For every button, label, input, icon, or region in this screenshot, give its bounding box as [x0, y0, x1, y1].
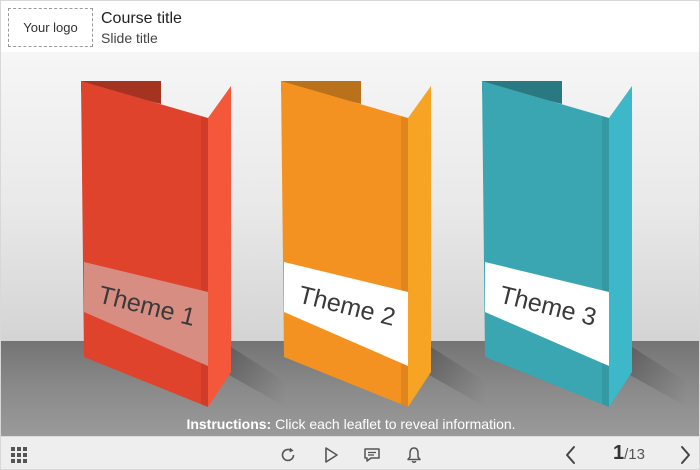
instructions-prefix: Instructions:	[186, 416, 272, 432]
leaflet-theme-2[interactable]: Theme 2	[281, 81, 486, 407]
logo-placeholder: Your logo	[8, 8, 93, 47]
header: Your logo Course title Slide title	[1, 1, 699, 52]
slide-title: Slide title	[101, 30, 158, 46]
leaflet-theme-1[interactable]: Theme 1	[81, 81, 286, 407]
footer-toolbar: 1/13	[1, 436, 699, 469]
instructions-body: Click each leaflet to reveal information…	[271, 416, 516, 432]
leaflet-front-panel	[482, 81, 609, 407]
leaflet-side-panel	[609, 86, 632, 407]
total-pages: 13	[628, 446, 645, 463]
course-title: Course title	[101, 10, 182, 27]
page-counter: 1/13	[613, 442, 645, 465]
slide-stage: Theme 1 Theme 2 Theme 3 Instructions: Clic…	[1, 52, 699, 436]
replay-icon[interactable]	[275, 437, 301, 469]
instructions-text: Instructions: Click each leaflet to reve…	[1, 416, 699, 432]
chevron-right-icon[interactable]	[672, 437, 698, 469]
grid-menu-icon[interactable]	[5, 437, 33, 469]
notes-icon[interactable]	[359, 437, 385, 469]
leaflet-theme-3[interactable]: Theme 3	[482, 81, 687, 407]
leaflet-front-panel	[281, 81, 408, 407]
player-frame: Your logo Course title Slide title Theme…	[0, 0, 700, 470]
leaflet-front-panel	[81, 81, 208, 407]
leaflet-side-panel	[408, 86, 431, 407]
leaflet-side-panel	[208, 86, 231, 407]
chevron-left-icon[interactable]	[558, 437, 584, 469]
bell-icon[interactable]	[401, 437, 427, 469]
leaflets-canvas: Theme 1 Theme 2 Theme 3	[81, 81, 687, 407]
current-page: 1	[613, 442, 625, 464]
play-icon[interactable]	[318, 437, 344, 469]
